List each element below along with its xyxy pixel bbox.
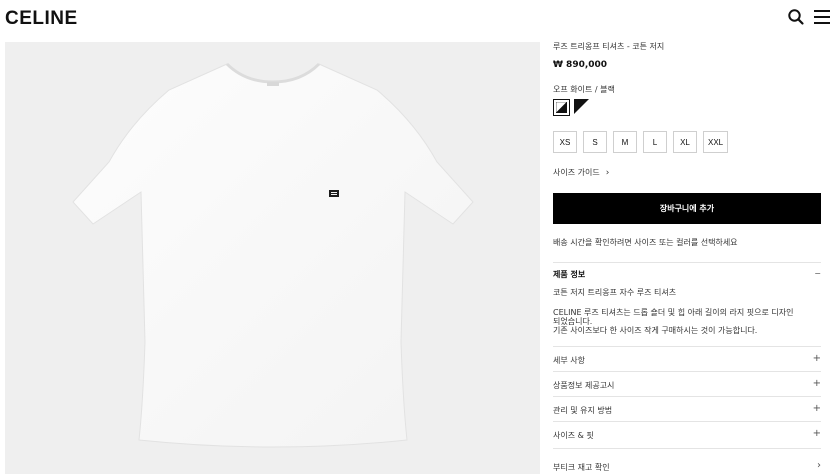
divider xyxy=(553,396,821,397)
accordion-label: 상품정보 제공고시 xyxy=(553,381,615,390)
size-guide-link[interactable]: 사이즈 가이드 › xyxy=(553,167,609,178)
color-swatches xyxy=(553,99,591,116)
product-info-toggle[interactable]: 제품 정보 − xyxy=(553,269,821,280)
accordion-size-fit[interactable]: 사이즈 & 핏 + xyxy=(553,428,821,441)
size-selector: XS S M L XL XXL xyxy=(553,131,729,153)
chevron-right-icon: › xyxy=(605,167,610,178)
color-name: 오프 화이트 / 블랙 xyxy=(553,85,615,94)
product-title: 루즈 트리옹프 티셔츠 - 코튼 저지 xyxy=(553,42,665,51)
hamburger-menu-icon[interactable] xyxy=(813,9,831,25)
divider xyxy=(553,371,821,372)
delivery-notice: 배송 시간을 확인하려면 사이즈 또는 컬러를 선택하세요 xyxy=(553,238,738,247)
size-option-s[interactable]: S xyxy=(583,131,607,153)
divider xyxy=(553,448,821,449)
size-option-xs[interactable]: XS xyxy=(553,131,577,153)
accordion-product-notice[interactable]: 상품정보 제공고시 + xyxy=(553,378,821,391)
size-option-xxl[interactable]: XXL xyxy=(703,131,729,153)
divider xyxy=(553,421,821,422)
plus-icon: + xyxy=(812,428,821,439)
product-image[interactable] xyxy=(5,42,540,474)
accordion-label: 관리 및 유지 방법 xyxy=(553,406,613,415)
divider xyxy=(553,262,821,263)
accordion-label: 세부 사항 xyxy=(553,356,585,365)
swatch-off-white-black[interactable] xyxy=(553,99,570,116)
size-option-m[interactable]: M xyxy=(613,131,637,153)
accordion-care[interactable]: 관리 및 유지 방법 + xyxy=(553,403,821,416)
product-price: ₩ 890,000 xyxy=(553,60,608,70)
site-header: CELINE xyxy=(0,0,835,38)
accordion-details[interactable]: 세부 사항 + xyxy=(553,353,821,366)
product-info-description: CELINE 루즈 티셔츠는 드롭 숄더 및 힙 아래 길이의 라지 핏으로 디… xyxy=(553,308,821,335)
plus-icon: + xyxy=(812,378,821,389)
swatch-black-white[interactable] xyxy=(574,99,591,116)
chevron-right-icon: › xyxy=(817,460,821,471)
minus-icon: − xyxy=(814,269,821,278)
description-line: CELINE 루즈 티셔츠는 드롭 숄더 및 힙 아래 길이의 라지 핏으로 디… xyxy=(553,308,794,317)
tshirt-image xyxy=(72,62,474,448)
size-option-l[interactable]: L xyxy=(643,131,667,153)
accordion-label: 사이즈 & 핏 xyxy=(553,431,594,440)
description-line: 기존 사이즈보다 한 사이즈 작게 구매하시는 것이 가능합니다. xyxy=(553,326,758,335)
plus-icon: + xyxy=(812,403,821,414)
product-info-heading: 제품 정보 xyxy=(553,270,586,279)
divider xyxy=(553,346,821,347)
size-option-xl[interactable]: XL xyxy=(673,131,697,153)
description-line: 되었습니다. xyxy=(553,317,593,326)
boutique-stock-link[interactable]: 부티크 재고 확인 › xyxy=(553,460,821,473)
brand-logo[interactable]: CELINE xyxy=(5,8,78,30)
size-guide-label: 사이즈 가이드 xyxy=(553,168,600,177)
plus-icon: + xyxy=(812,353,821,364)
accordion-label: 부티크 재고 확인 xyxy=(553,463,610,472)
search-icon[interactable] xyxy=(787,8,805,26)
add-to-cart-button[interactable]: 장바구니에 추가 xyxy=(553,193,821,224)
product-info-subtitle: 코튼 저지 트리옹프 자수 루즈 티셔츠 xyxy=(553,288,677,297)
